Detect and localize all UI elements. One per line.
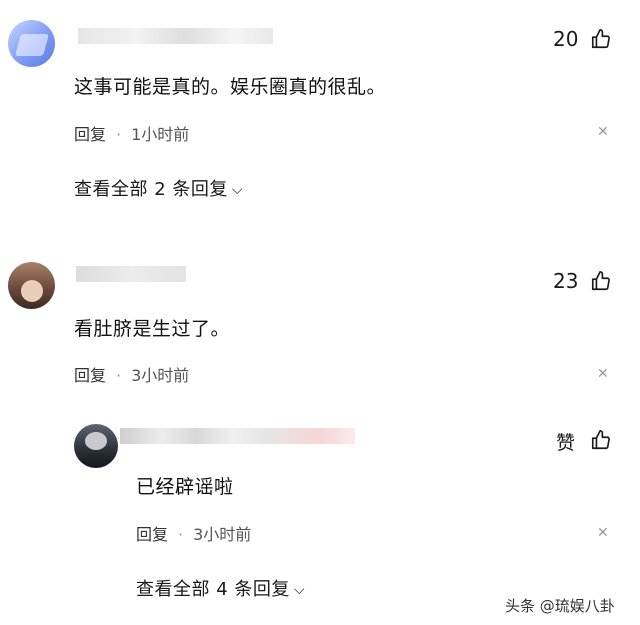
- like-count: 20: [553, 27, 579, 51]
- close-icon[interactable]: ✕: [597, 525, 609, 541]
- thumbs-up-icon[interactable]: [590, 429, 612, 451]
- comment-meta: 回复 · 1小时前: [74, 121, 189, 145]
- avatar[interactable]: [8, 20, 55, 67]
- thumbs-up-icon[interactable]: [590, 28, 612, 50]
- chevron-down-icon: ⌵: [293, 582, 306, 598]
- timestamp: 3小时前: [193, 525, 252, 544]
- view-replies-label: 查看全部 2 条回复: [74, 179, 228, 200]
- comment-meta: 回复 · 3小时前: [74, 362, 189, 386]
- avatar[interactable]: [8, 262, 55, 309]
- thumbs-up-icon[interactable]: [590, 270, 612, 292]
- like-count: 23: [553, 269, 579, 293]
- close-icon[interactable]: ✕: [597, 366, 609, 382]
- separator-dot: ·: [178, 525, 184, 544]
- comment-text: 这事可能是真的。娱乐圈真的很乱。: [74, 76, 387, 98]
- separator-dot: ·: [116, 366, 122, 385]
- timestamp: 3小时前: [131, 366, 190, 385]
- reply-button[interactable]: 回复: [74, 125, 106, 144]
- reply-meta: 回复 · 3小时前: [136, 521, 251, 545]
- username-blurred[interactable]: [120, 428, 355, 444]
- view-replies-label: 查看全部 4 条回复: [136, 579, 290, 600]
- reply-button[interactable]: 回复: [136, 525, 168, 544]
- timestamp: 1小时前: [131, 125, 190, 144]
- username-blurred[interactable]: [76, 266, 186, 282]
- like-label: 赞: [556, 432, 576, 454]
- view-replies-button[interactable]: 查看全部 2 条回复 ⌵: [74, 175, 243, 201]
- separator-dot: ·: [116, 125, 122, 144]
- watermark: 头条 @琉娱八卦: [505, 597, 615, 615]
- comment-text: 看肚脐是生过了。: [74, 318, 231, 340]
- username-blurred[interactable]: [78, 28, 273, 44]
- chevron-down-icon: ⌵: [231, 182, 244, 198]
- close-icon[interactable]: ✕: [597, 124, 609, 140]
- reply-button[interactable]: 回复: [74, 366, 106, 385]
- reply-text: 已经辟谣啦: [136, 476, 234, 498]
- avatar[interactable]: [74, 424, 118, 468]
- view-replies-button[interactable]: 查看全部 4 条回复 ⌵: [136, 575, 305, 601]
